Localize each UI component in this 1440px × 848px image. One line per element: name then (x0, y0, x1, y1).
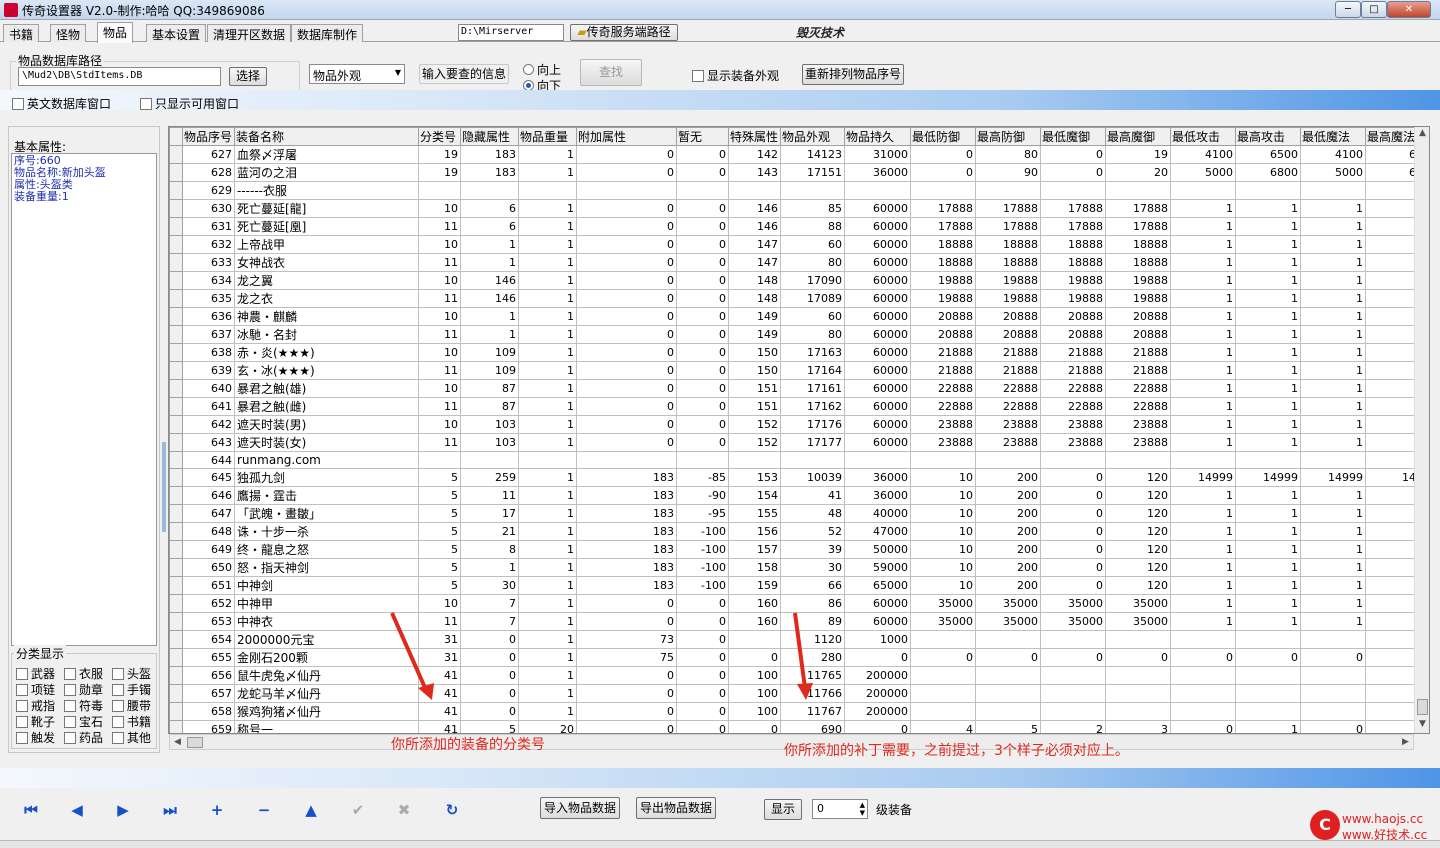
bottom-gradient-bar (0, 768, 1440, 788)
watermark-logo-icon: C (1310, 810, 1340, 840)
next-icon[interactable]: ▶ (113, 800, 133, 820)
delete-icon[interactable]: − (254, 800, 274, 820)
right-arrow-head (797, 683, 813, 700)
show-button[interactable]: 显示 (764, 799, 802, 820)
prev-icon[interactable]: ◀ (67, 800, 87, 820)
left-arrow-head (418, 683, 434, 700)
insert-icon[interactable]: + (207, 800, 227, 820)
first-icon[interactable]: ⏮ (21, 800, 41, 820)
refresh-icon[interactable]: ↻ (442, 800, 462, 820)
edit-icon[interactable]: ▲ (301, 800, 321, 820)
left-arrow-shaft (390, 612, 428, 691)
level-value: 0 (817, 802, 824, 815)
status-bar (0, 840, 1440, 848)
watermark: C www.haojs.cc www.好技术.cc (1310, 808, 1440, 842)
annotation-left: 你所添加的装备的分类号 (391, 737, 545, 753)
export-button[interactable]: 导出物品数据 (636, 797, 716, 819)
last-icon[interactable]: ⏭ (160, 800, 180, 820)
level-stepper[interactable]: 0 ▲ ▼ (812, 799, 868, 819)
annotation-arrows (390, 612, 813, 700)
cancel-icon[interactable]: ✖ (394, 800, 414, 820)
annotation-right: 你所添加的补丁需要，之前提过，3个样子必须对应上。 (784, 743, 1129, 759)
right-arrow-shaft (793, 612, 807, 689)
post-icon[interactable]: ✔ (348, 800, 368, 820)
level-suffix: 级装备 (876, 803, 913, 817)
import-button[interactable]: 导入物品数据 (540, 797, 620, 819)
watermark-line1: www.haojs.cc (1342, 812, 1424, 826)
spin-arrows-icon[interactable]: ▲ ▼ (860, 801, 865, 817)
